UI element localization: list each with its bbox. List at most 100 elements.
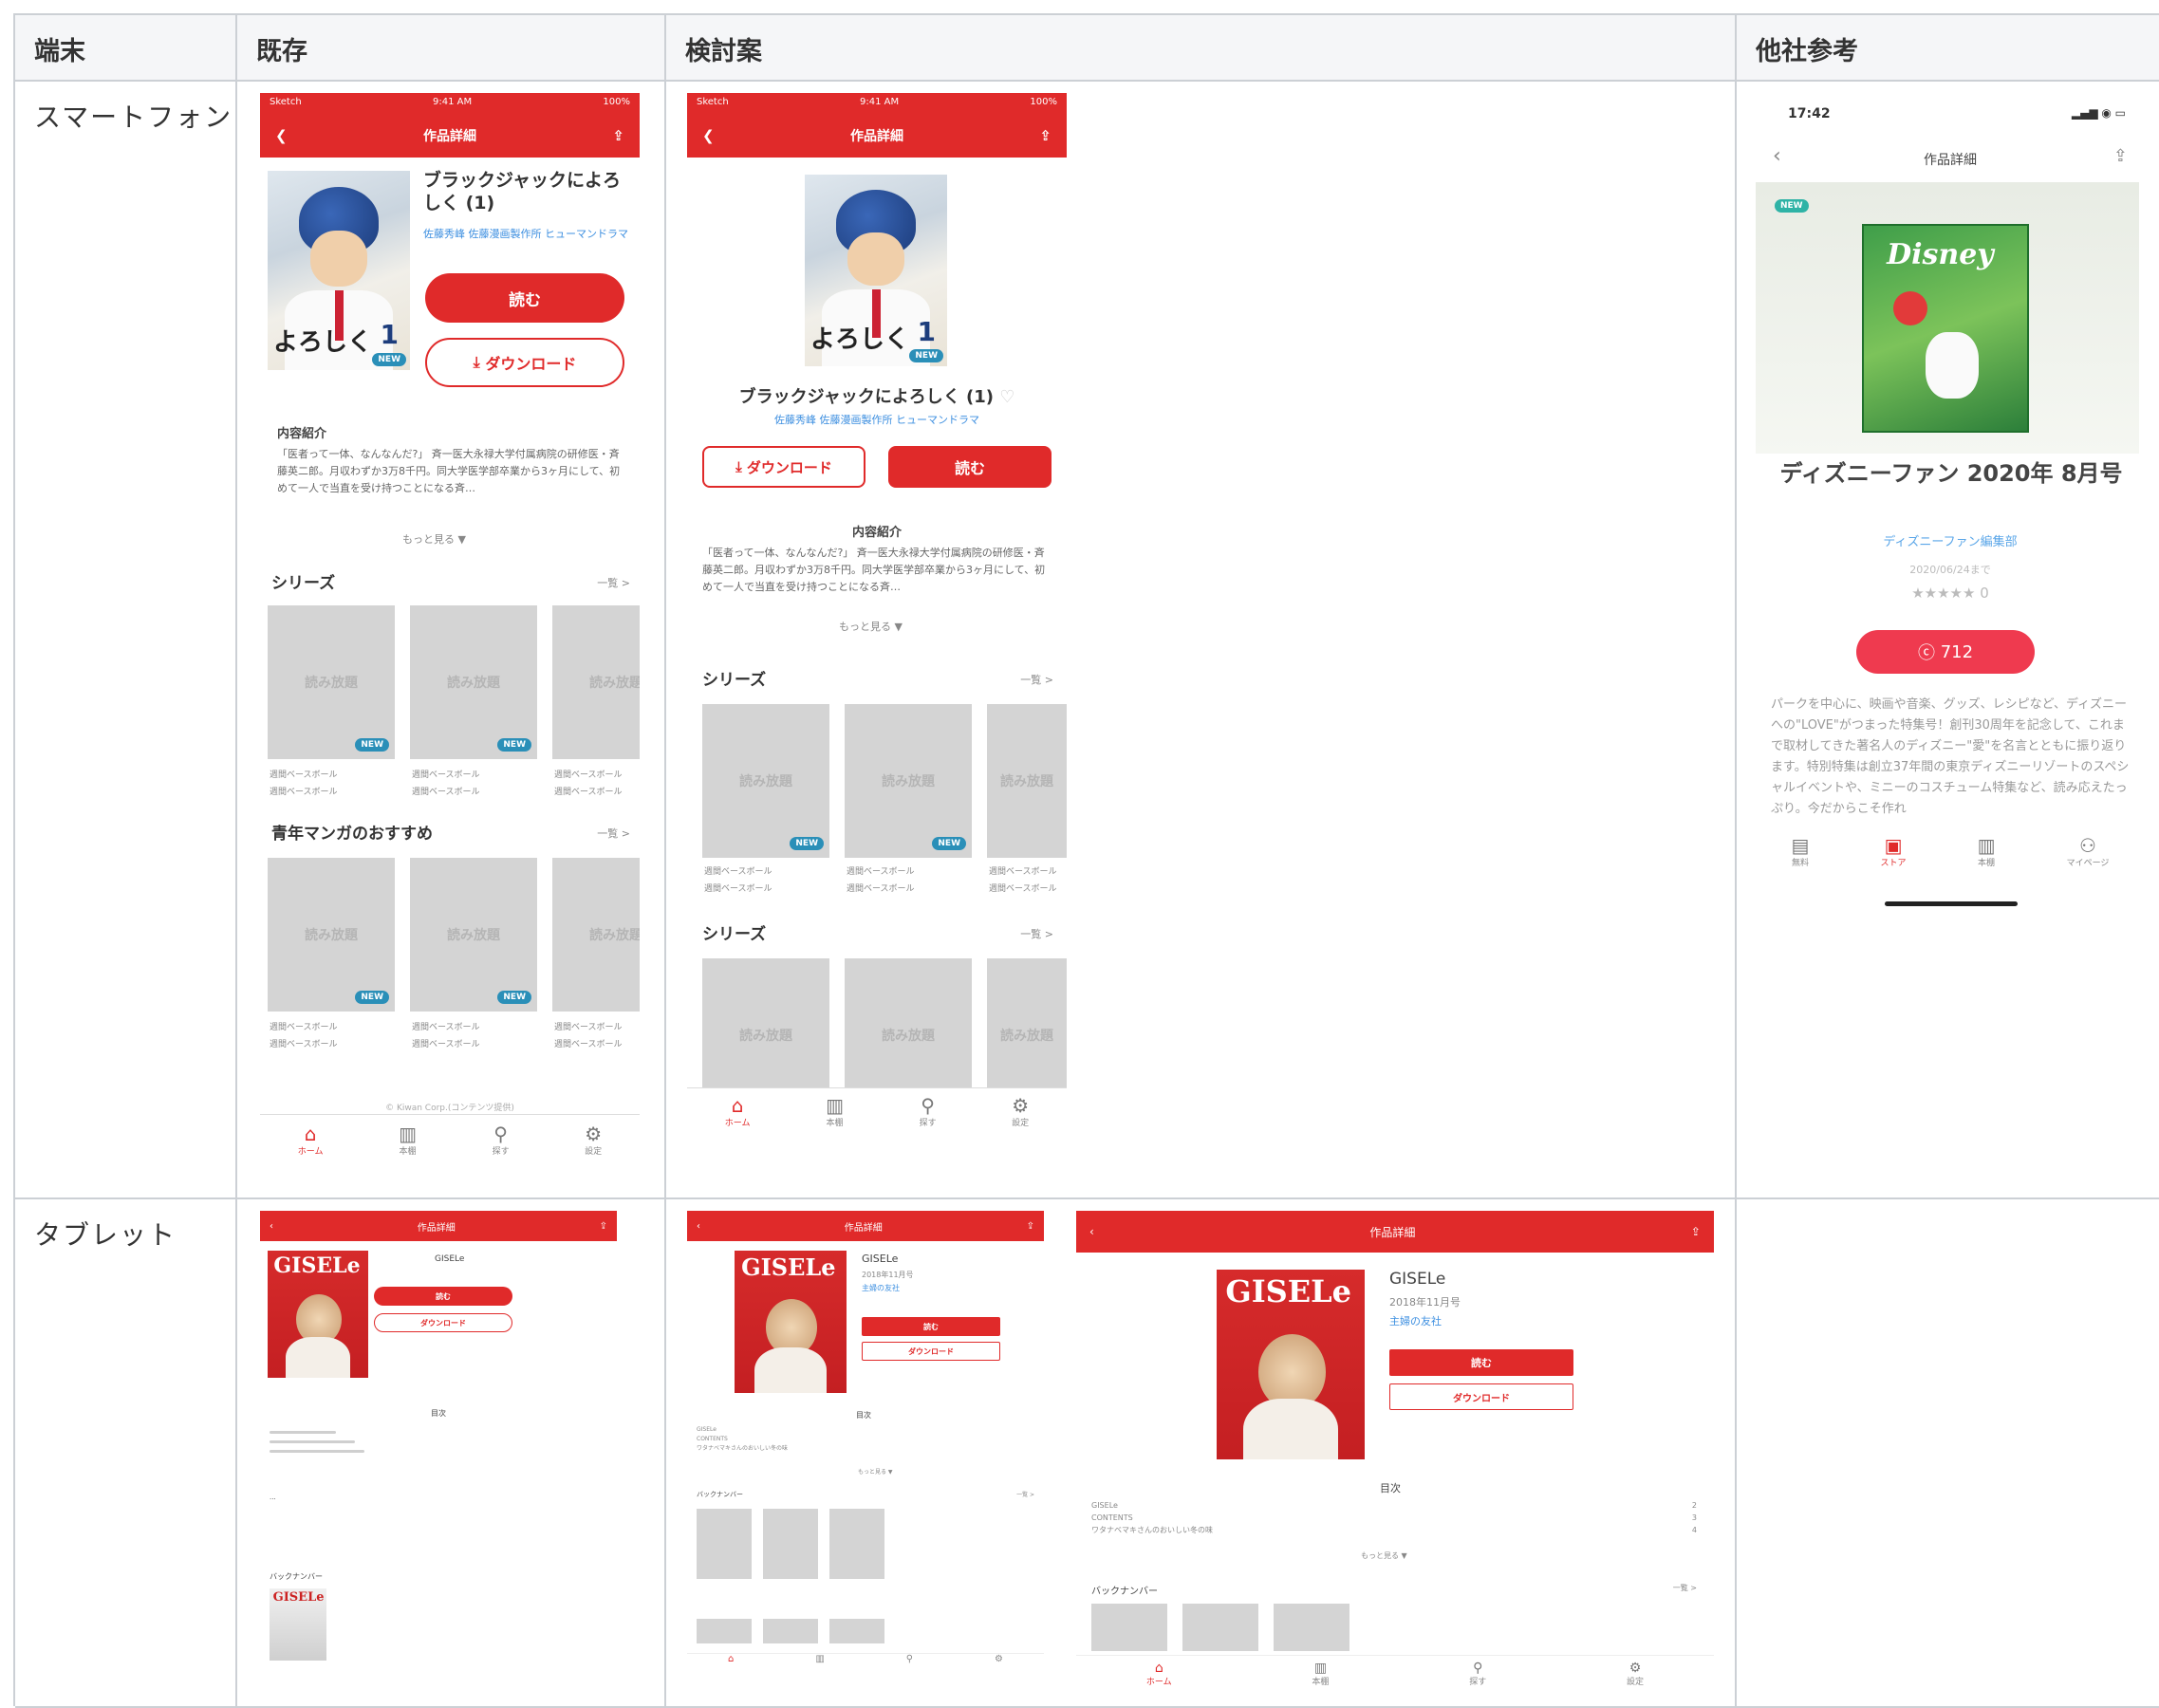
read-button[interactable]: 読む [374, 1287, 512, 1306]
series-see-all[interactable]: 一覧 > [597, 575, 630, 590]
seinen-see-all[interactable]: 一覧 > [597, 826, 630, 841]
series-caption-2: 週間ベースボール 週間ベースボール [412, 770, 480, 797]
tab-bookshelf[interactable]: ▥ 本棚 [826, 1095, 844, 1128]
book-title: ブラックジャックによろしく (1) ♡ [738, 387, 1015, 407]
bookshelf-icon: ▥ [1977, 834, 1996, 857]
series-tile-1[interactable]: 読み放題 NEW [702, 704, 829, 858]
tab-settings[interactable]: ⚙ 設定 [1627, 1662, 1644, 1687]
back-icon[interactable]: ❮ [702, 127, 715, 144]
download-button[interactable]: ⤓ ダウンロード [702, 446, 865, 488]
tab-bookshelf[interactable]: ▥ 本棚 [1312, 1662, 1329, 1687]
tab-settings[interactable]: ⚙ [995, 1654, 1003, 1681]
backnumber-tile-3[interactable] [1274, 1604, 1349, 1651]
download-button[interactable]: ダウンロード [374, 1313, 512, 1332]
tab-settings[interactable]: ⚙ 設定 [1012, 1095, 1029, 1128]
backnumber-tile-4[interactable] [697, 1619, 752, 1643]
heart-icon[interactable]: ♡ [999, 387, 1014, 407]
publisher-link[interactable]: ディズニーファン編集部 [1756, 531, 2145, 549]
tab-bookshelf[interactable]: ▥ 本棚 [399, 1123, 417, 1157]
row-tablet-label: タブレット [34, 1219, 177, 1251]
share-icon[interactable]: ⇪ [1027, 1221, 1034, 1232]
status-carrier: Sketch [270, 97, 302, 107]
more-link[interactable]: もっと見る ▼ [858, 1467, 893, 1476]
tab-search[interactable]: ⚲ 探す [493, 1123, 510, 1157]
status-bar: Sketch 9:41 AM 100% [687, 93, 1067, 114]
share-icon[interactable]: ⇪ [612, 127, 624, 144]
author-links[interactable]: 佐藤秀峰 佐藤漫画製作所 ヒューマンドラマ [423, 226, 632, 241]
share-icon[interactable]: ⇪ [1691, 1225, 1701, 1238]
backnumber-cover[interactable]: GISELe [270, 1588, 326, 1661]
back-icon[interactable]: ‹ [697, 1221, 700, 1232]
magazine-cover: GISELe [1217, 1270, 1365, 1459]
backnumber-tile-1[interactable] [1091, 1604, 1167, 1651]
backnumber-tile-2[interactable] [763, 1509, 818, 1579]
tab-store[interactable]: ▣ ストア [1881, 835, 1907, 888]
backnumber-tile-5[interactable] [763, 1619, 818, 1643]
seinen-tile-3[interactable]: 読み放題 [552, 858, 640, 1012]
intro-text: 「医者って一体、なんなんだ?」 斉一医大永禄大学付属病院の研修医・斉藤英二郎。月… [277, 448, 621, 494]
status-time: 17:42 [1788, 106, 1831, 121]
backnumber-see-all[interactable]: 一覧 > [1673, 1583, 1697, 1593]
tab-search[interactable]: ⚲ 探す [1469, 1662, 1486, 1687]
read-button[interactable]: 読む [888, 446, 1052, 488]
header-device: 端末 [15, 15, 237, 82]
share-icon[interactable]: ⇪ [1039, 127, 1052, 144]
publisher-link[interactable]: 主婦の友社 [1389, 1313, 1442, 1328]
magazine-title: ディズニーファン 2020年 8月号 [1779, 460, 2123, 487]
backnumber-tile-6[interactable] [829, 1619, 884, 1643]
author-links[interactable]: 佐藤秀峰 佐藤漫画製作所 ヒューマンドラマ [687, 412, 1067, 427]
series-tile-2[interactable]: 読み放題 NEW [410, 605, 537, 759]
tab-settings[interactable]: ⚙ 設定 [585, 1123, 602, 1157]
tab-search[interactable]: ⚲ [906, 1654, 913, 1681]
tab-search[interactable]: ⚲ 探す [920, 1095, 937, 1128]
read-button[interactable]: 読む [1389, 1349, 1573, 1376]
download-button[interactable]: ダウンロード [1389, 1383, 1573, 1410]
back-icon[interactable]: ❮ [275, 127, 288, 144]
series-tile-3[interactable]: 読み放題 [987, 704, 1067, 858]
more-link[interactable]: もっと見る ▼ [839, 619, 903, 634]
tab-mypage[interactable]: ⚇ マイページ [2067, 835, 2110, 888]
tab-free[interactable]: ▤ 無料 [1792, 835, 1810, 888]
backnumber-see-all[interactable]: 一覧 > [1016, 1490, 1034, 1498]
home-icon: ⌂ [731, 1094, 744, 1117]
tab-home[interactable]: ⌂ ホーム [725, 1095, 751, 1128]
publisher-link[interactable]: 主婦の友社 [862, 1283, 900, 1293]
series-see-all[interactable]: 一覧 > [1020, 672, 1053, 687]
download-icon: ⤓ [735, 458, 747, 475]
status-bar: Sketch 9:41 AM 100% [260, 93, 640, 114]
header-reference: 他社参考 [1737, 15, 2159, 82]
coin-buy-button[interactable]: ⓒ 712 [1856, 630, 2035, 674]
series-tile-1[interactable]: 読み放題 NEW [268, 605, 395, 759]
tab-bar: ⌂ ホーム ▥ 本棚 ⚲ 探す ⚙ 設定 [260, 1114, 640, 1165]
tab-bookshelf[interactable]: ▥ [815, 1654, 824, 1681]
download-button[interactable]: ダウンロード [862, 1342, 1000, 1361]
tab-home[interactable]: ⌂ ホーム [1146, 1662, 1172, 1687]
backnumber-tile-2[interactable] [1182, 1604, 1258, 1651]
tab-bookshelf[interactable]: ▥ 本棚 [1978, 835, 1996, 888]
read-button[interactable]: 読む [862, 1317, 1000, 1336]
series-tile-2[interactable]: 読み放題 NEW [845, 704, 972, 858]
series-tile-3[interactable]: 読み放題 [552, 605, 640, 759]
status-battery: 100% [603, 97, 630, 107]
seinen-caption-1: 週間ベースボール 週間ベースボール [270, 1023, 338, 1049]
magazine-title: GISELe [435, 1254, 465, 1264]
series-see-all-2[interactable]: 一覧 > [1020, 926, 1053, 941]
seinen-tile-2[interactable]: 読み放題 NEW [410, 858, 537, 1012]
more-link[interactable]: もっと見る ▼ [1361, 1550, 1407, 1561]
seinen-tile-1[interactable]: 読み放題 NEW [268, 858, 395, 1012]
back-icon[interactable]: ‹ [270, 1221, 273, 1232]
tab-home[interactable]: ⌂ ホーム [298, 1123, 324, 1157]
download-button[interactable]: ⤓ ダウンロード [425, 338, 624, 387]
backnumber-tile-1[interactable] [697, 1509, 752, 1579]
more-link[interactable]: もっと見る ▼ [402, 531, 466, 547]
backnumber-tile-3[interactable] [829, 1509, 884, 1579]
magazine-cover: GISELe [268, 1251, 368, 1378]
seinen-caption-2: 週間ベースボール 週間ベースボール [412, 1023, 480, 1049]
tab-home[interactable]: ⌂ [728, 1654, 734, 1681]
back-icon[interactable]: ‹ [1089, 1225, 1094, 1238]
new-badge: NEW [372, 353, 406, 366]
read-button[interactable]: 読む [425, 273, 624, 323]
backnumber-heading: ... [270, 1494, 276, 1501]
share-icon[interactable]: ⇪ [600, 1221, 607, 1232]
share-icon[interactable]: ⇪ [2113, 146, 2128, 166]
